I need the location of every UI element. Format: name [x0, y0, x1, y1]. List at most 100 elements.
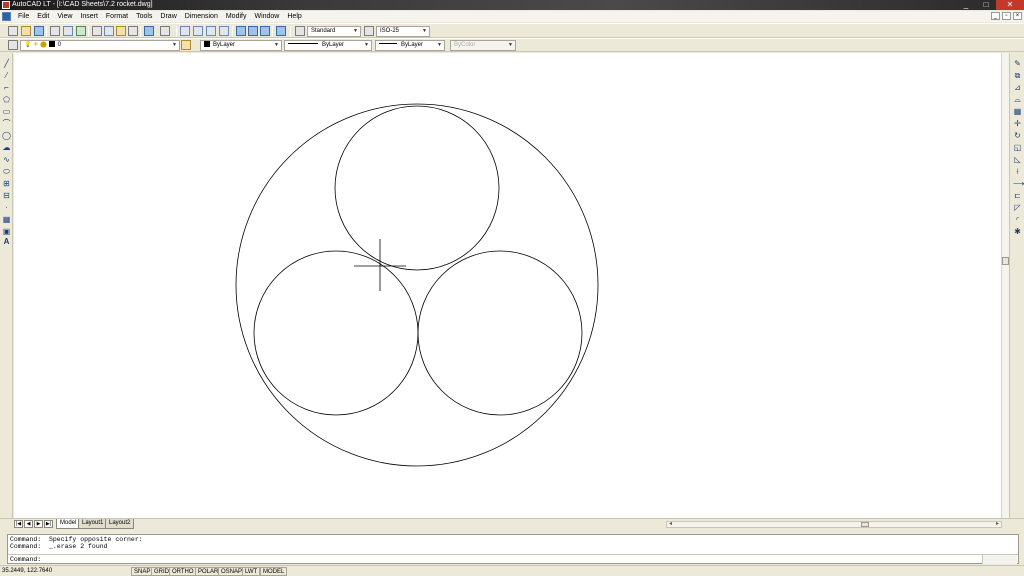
cut-icon[interactable] — [92, 26, 102, 36]
vertical-scroll-thumb[interactable] — [1002, 257, 1009, 265]
right-inner-circle[interactable] — [417, 250, 583, 416]
command-input-line[interactable]: Command: — [8, 554, 1018, 564]
close-icon[interactable]: ✕ — [996, 0, 1024, 10]
extend-icon[interactable]: ⟶ — [1013, 179, 1024, 188]
design-center-icon[interactable] — [248, 26, 258, 36]
menu-window[interactable]: Window — [250, 11, 283, 22]
redo-icon[interactable] — [160, 26, 170, 36]
menu-view[interactable]: View — [53, 11, 76, 22]
menu-insert[interactable]: Insert — [76, 11, 102, 22]
dim-style-select[interactable]: ISO-25 ▼ — [376, 26, 430, 37]
polyline-icon[interactable]: ⌐ — [2, 83, 11, 92]
maximize-icon[interactable]: □ — [976, 0, 996, 10]
layer-select[interactable]: 💡 ☀ ⬤ 0 ▼ — [20, 40, 180, 51]
color-select[interactable]: ByLayer ▼ — [200, 40, 282, 51]
copy-icon[interactable] — [104, 26, 114, 36]
trim-icon[interactable]: ⟊ — [1013, 167, 1022, 176]
lwt-toggle[interactable]: LWT — [242, 567, 261, 576]
stretch-icon[interactable]: ◺ — [1013, 155, 1022, 164]
menu-tools[interactable]: Tools — [132, 11, 156, 22]
document-icon[interactable] — [2, 12, 11, 21]
explode-icon[interactable]: ✱ — [1013, 227, 1022, 236]
help-icon[interactable] — [276, 26, 286, 36]
arc-icon[interactable]: ⌒ — [2, 119, 11, 128]
minimize-icon[interactable]: _ — [956, 0, 976, 10]
osnap-toggle[interactable]: OSNAP — [218, 567, 246, 576]
undo-icon[interactable] — [144, 26, 154, 36]
menu-help[interactable]: Help — [283, 11, 305, 22]
text-style-icon[interactable] — [295, 26, 305, 36]
text-style-select[interactable]: Standard ▼ — [307, 26, 361, 37]
spline-icon[interactable]: ∿ — [2, 155, 11, 164]
new-icon[interactable] — [8, 26, 18, 36]
print-icon[interactable] — [50, 26, 60, 36]
pan-icon[interactable] — [180, 26, 190, 36]
properties-icon[interactable] — [236, 26, 246, 36]
autocad-app-icon[interactable] — [2, 1, 10, 9]
horizontal-scrollbar[interactable]: ◂ ▸ — [666, 521, 1002, 528]
tab-layout1[interactable]: Layout1 — [78, 519, 108, 529]
vertical-scrollbar[interactable] — [1001, 53, 1009, 518]
zoom-previous-icon[interactable] — [219, 26, 229, 36]
tab-model[interactable]: Model — [56, 519, 81, 529]
region-icon[interactable]: ▣ — [2, 227, 11, 236]
ortho-toggle[interactable]: ORTHO — [169, 567, 197, 576]
erase-icon[interactable]: ✎ — [1013, 59, 1022, 68]
make-block-icon[interactable]: ⊟ — [2, 191, 11, 200]
menu-format[interactable]: Format — [102, 11, 132, 22]
scale-icon[interactable]: ◱ — [1013, 143, 1022, 152]
snap-toggle[interactable]: SNAP — [131, 567, 154, 576]
model-toggle[interactable]: MODEL — [260, 567, 288, 576]
fillet-icon[interactable]: ◜ — [1013, 215, 1022, 224]
zoom-window-icon[interactable] — [206, 26, 216, 36]
lineweight-select[interactable]: ByLayer ▼ — [375, 40, 445, 51]
publish-icon[interactable] — [76, 26, 86, 36]
ellipse-icon[interactable]: ⬭ — [2, 167, 11, 176]
make-object-layer-current-icon[interactable] — [181, 40, 191, 50]
array-icon[interactable]: ▦ — [1013, 107, 1022, 116]
doc-restore-icon[interactable]: ▫ — [1002, 12, 1011, 20]
offset-icon[interactable]: ⌓ — [1013, 95, 1022, 104]
last-tab-icon[interactable]: ▶| — [44, 520, 53, 528]
menu-modify[interactable]: Modify — [222, 11, 251, 22]
rotate-icon[interactable]: ↻ — [1013, 131, 1022, 140]
rectangle-icon[interactable]: ▭ — [2, 107, 11, 116]
menu-edit[interactable]: Edit — [33, 11, 53, 22]
doc-minimize-icon[interactable]: _ — [991, 12, 1000, 20]
layer-manager-icon[interactable] — [8, 40, 18, 50]
break-icon[interactable]: ⊏ — [1013, 191, 1022, 200]
doc-close-icon[interactable]: × — [1013, 12, 1022, 20]
match-properties-icon[interactable] — [128, 26, 138, 36]
insert-block-icon[interactable]: ⊞ — [2, 179, 11, 188]
save-icon[interactable] — [34, 26, 44, 36]
menu-file[interactable]: File — [14, 11, 33, 22]
circle-icon[interactable]: ◯ — [2, 131, 11, 140]
chamfer-icon[interactable]: ◸ — [1013, 203, 1022, 212]
first-tab-icon[interactable]: |◀ — [14, 520, 23, 528]
coordinate-readout[interactable]: 35.2449, 122.7640 — [2, 567, 52, 576]
next-tab-icon[interactable]: ▶ — [34, 520, 43, 528]
menu-dimension[interactable]: Dimension — [181, 11, 222, 22]
open-icon[interactable] — [21, 26, 31, 36]
point-icon[interactable]: · — [2, 203, 11, 212]
line-icon[interactable]: ╱ — [2, 59, 11, 68]
drawing-canvas[interactable] — [14, 53, 1001, 518]
command-scrollbar[interactable] — [982, 555, 1017, 564]
tab-layout2[interactable]: Layout2 — [105, 519, 135, 529]
copy-object-icon[interactable]: ⧉ — [1013, 71, 1022, 80]
tool-palettes-icon[interactable] — [260, 26, 270, 36]
move-icon[interactable]: ✛ — [1013, 119, 1022, 128]
polygon-icon[interactable]: ⬠ — [2, 95, 11, 104]
left-inner-circle[interactable] — [253, 250, 419, 416]
hatch-icon[interactable]: ▦ — [2, 215, 11, 224]
scroll-left-icon[interactable]: ◂ — [669, 521, 672, 528]
mirror-icon[interactable]: ⊿ — [1013, 83, 1022, 92]
menu-draw[interactable]: Draw — [156, 11, 180, 22]
plot-preview-icon[interactable] — [63, 26, 73, 36]
paste-icon[interactable] — [116, 26, 126, 36]
previous-tab-icon[interactable]: ◀ — [24, 520, 33, 528]
multiline-text-icon[interactable]: A — [2, 237, 11, 246]
construction-line-icon[interactable]: ⁄ — [2, 71, 11, 80]
dimension-style-icon[interactable] — [364, 26, 374, 36]
top-inner-circle[interactable] — [334, 105, 500, 271]
